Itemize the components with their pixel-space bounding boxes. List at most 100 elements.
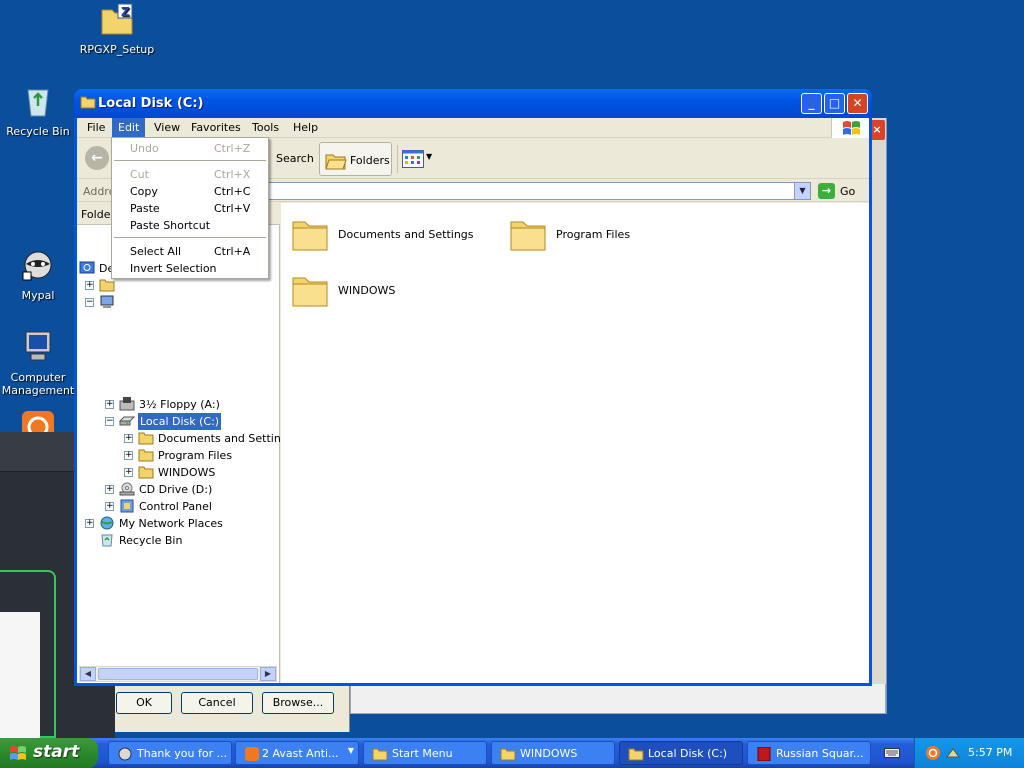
tree-item-program-files[interactable]: + Program Files [79,447,279,464]
desktop-icon [79,261,95,274]
taskbar-button-russian-square[interactable]: Russian Squar... [747,741,871,765]
taskbar-button-thank-you[interactable]: Thank you for ... [108,741,232,765]
menu-item-shortcut: Ctrl+V [214,202,251,215]
menu-tools[interactable]: Tools [246,118,285,138]
toolbar-separator [397,145,398,173]
recycle-bin-icon [27,89,49,117]
menu-item-paste-shortcut[interactable]: Paste Shortcut [112,217,268,234]
folders-pane-scrollbar[interactable]: ◀ ▶ [79,666,277,682]
tree-item[interactable]: + [79,277,279,294]
folder-item-windows[interactable]: WINDOWS [291,272,431,312]
menu-file[interactable]: File [81,118,111,138]
tree-item-label: Program Files [158,449,233,462]
desktop-icon-label: RPGXP_Setup [79,43,155,56]
desktop-icon-computer-management[interactable]: Computer Management [0,330,78,397]
folder-item-documents-and-settings[interactable]: Documents and Settings [291,216,474,256]
title-bar[interactable]: Local Disk (C:) _ □ ✕ [74,89,872,118]
tree-item-my-computer[interactable]: − [79,294,279,311]
open-folder-icon [80,96,96,109]
folder-item-label: Documents and Settings [338,228,474,241]
desktop-icon-label: Computer Management [1,371,75,397]
scroll-right-icon[interactable]: ▶ [260,667,276,681]
expand-icon[interactable]: + [105,400,114,409]
views-dropdown-icon[interactable]: ▼ [426,152,432,161]
taskbar-button-local-disk[interactable]: Local Disk (C:) [619,741,743,765]
back-button[interactable]: ← [85,146,109,170]
clock[interactable]: 5:57 PM [968,746,1012,759]
tree-item-windows[interactable]: + WINDOWS [79,464,279,481]
desktop-icon-rpgxp-setup[interactable]: Z RPGXP_Setup [77,2,157,56]
taskbar-button-start-menu[interactable]: Start Menu [363,741,487,765]
zip-folder-icon: Z [101,3,133,35]
go-arrow-icon[interactable]: → [818,183,835,199]
taskbar-button-label: Russian Squar... [776,747,864,760]
avast-desktop-icon[interactable] [22,411,54,432]
background-green-window[interactable] [0,570,56,738]
background-window-bottom [350,684,886,714]
tree-item-control-panel[interactable]: + Control Panel [79,498,279,515]
expand-icon[interactable]: + [124,468,133,477]
start-button[interactable]: start [0,738,98,768]
desktop-icon-recycle-bin[interactable]: Recycle Bin [0,84,78,138]
menu-favorites[interactable]: Favorites [185,118,247,138]
folders-button[interactable]: Folders [319,142,392,176]
go-button[interactable]: Go [840,185,855,198]
search-button[interactable]: Search [276,152,314,165]
windows-logo [831,118,869,138]
menu-edit[interactable]: Edit [112,118,146,138]
expand-icon[interactable]: + [124,451,133,460]
menu-item-label: Undo [130,142,159,155]
expand-icon[interactable]: + [105,502,114,511]
maximize-icon: □ [828,96,841,110]
menu-item-copy[interactable]: Copy Ctrl+C [112,183,268,200]
menu-item-paste[interactable]: Paste Ctrl+V [112,200,268,217]
menu-item-cut[interactable]: Cut Ctrl+X [112,166,268,183]
scrollbar-thumb[interactable] [98,668,258,680]
avast-icon [22,411,54,432]
tree-item-my-network-places[interactable]: + My Network Places [79,515,279,532]
tree-item-documents-and-settings[interactable]: + Documents and Settings [79,430,294,447]
taskbar-button-windows[interactable]: WINDOWS [491,741,615,765]
folder-item-program-files[interactable]: Program Files [509,216,649,256]
expand-icon[interactable]: + [85,281,94,290]
menu-item-undo[interactable]: Undo Ctrl+Z [112,140,268,157]
folder-icon [500,748,516,761]
menu-view[interactable]: View [148,118,186,138]
close-button[interactable]: ✕ [847,93,868,114]
address-dropdown-icon[interactable]: ▼ [794,183,810,199]
scroll-left-icon[interactable]: ◀ [80,667,96,681]
ok-button[interactable]: OK [116,692,172,714]
expand-icon[interactable]: + [124,434,133,443]
menu-item-invert-selection[interactable]: Invert Selection [112,260,268,277]
menu-item-shortcut: Ctrl+A [214,245,251,258]
maximize-button[interactable]: □ [824,93,845,114]
desktop-icon-mypal[interactable]: Mypal [0,248,78,302]
minimize-button[interactable]: _ [801,93,822,114]
tree-item-local-disk[interactable]: − Local Disk (C:) [79,413,279,430]
network-tray-icon[interactable] [945,745,961,761]
browse-button[interactable]: Browse... [262,692,334,714]
folder-icon [138,449,154,462]
folder-icon [138,432,154,445]
tree-item-label: Documents and Settings [158,432,294,445]
tree-item-floppy[interactable]: + 3½ Floppy (A:) [79,396,279,413]
tree-item-label: 3½ Floppy (A:) [139,398,220,411]
expand-icon[interactable]: + [105,485,114,494]
menu-item-select-all[interactable]: Select All Ctrl+A [112,243,268,260]
recycle-bin-icon [101,534,113,547]
collapse-icon[interactable]: − [105,417,114,426]
taskbar-button-avast[interactable]: 2 Avast Anti... ▼ [235,741,359,765]
keyboard-icon[interactable] [884,746,900,760]
tree-item-recycle-bin[interactable]: Recycle Bin [79,532,279,549]
avast-tray-icon[interactable] [925,745,941,761]
folder-item-label: WINDOWS [338,284,396,297]
menu-help[interactable]: Help [287,118,324,138]
app-icon [118,747,132,761]
cancel-button[interactable]: Cancel [181,692,253,714]
collapse-icon[interactable]: − [85,298,94,307]
tree-item-label: CD Drive (D:) [139,483,213,496]
views-icon[interactable] [402,150,424,168]
tree-item-cd-drive[interactable]: + CD Drive (D:) [79,481,279,498]
expand-icon[interactable]: + [85,519,94,528]
tree-item-label: WINDOWS [158,466,216,479]
